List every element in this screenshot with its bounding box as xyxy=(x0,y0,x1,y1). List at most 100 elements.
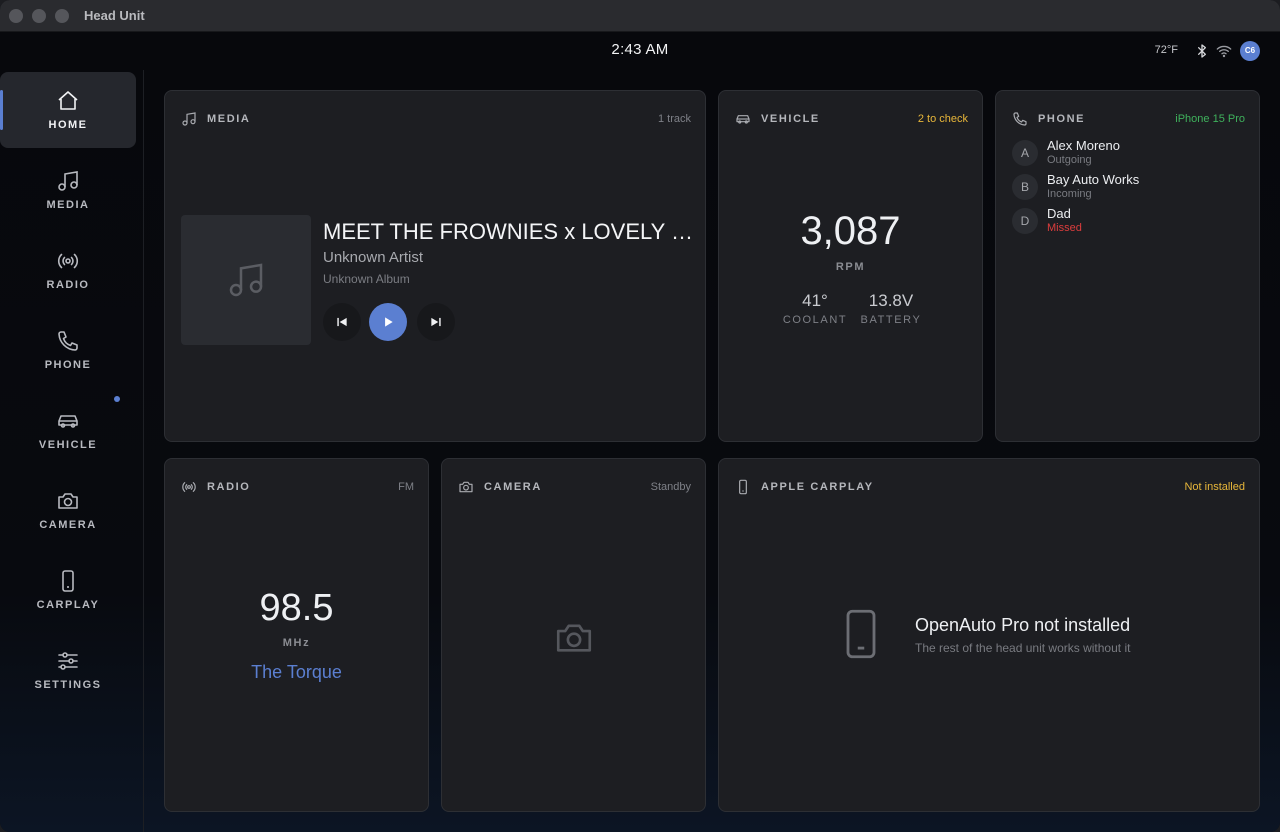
rpm-value: 3,087 xyxy=(800,209,901,253)
close-window-button[interactable] xyxy=(9,9,23,23)
car-icon xyxy=(736,115,750,124)
nav-label: VEHICLE xyxy=(38,439,98,451)
radio-card[interactable]: RADIO FM 98.5 MHz The Torque xyxy=(164,458,429,812)
nav-label: PHONE xyxy=(44,359,92,371)
nav-item-radio[interactable]: RADIO xyxy=(0,232,136,308)
smartphone-icon xyxy=(739,479,747,495)
previous-track-button[interactable] xyxy=(323,303,361,341)
battery-stat: 13.8V BATTERY xyxy=(855,291,927,326)
nav-item-phone[interactable]: PHONE xyxy=(0,312,136,388)
next-track-button[interactable] xyxy=(417,303,455,341)
radio-icon xyxy=(182,482,196,492)
station-name: The Torque xyxy=(251,662,342,682)
music-icon xyxy=(229,263,263,297)
window-title: Head Unit xyxy=(84,8,145,23)
phone-icon xyxy=(58,331,78,351)
album-art xyxy=(181,215,311,345)
nav-label: SETTINGS xyxy=(34,679,102,691)
track-count: 1 track xyxy=(657,113,691,125)
nav-label: CARPLAY xyxy=(36,599,100,611)
coolant-label: COOLANT xyxy=(782,314,848,326)
nav-item-media[interactable]: MEDIA xyxy=(0,152,136,228)
battery-value: 13.8V xyxy=(868,291,914,310)
contact-name: Dad xyxy=(1047,206,1071,221)
vehicle-card[interactable]: VEHICLE 2 to check 3,087 RPM 41° COOLANT… xyxy=(718,90,983,442)
coolant-value: 41° xyxy=(802,291,828,310)
call-status: Incoming xyxy=(1047,188,1092,200)
radio-card-header: RADIO FM xyxy=(181,479,414,495)
card-title: CAMERA xyxy=(484,481,542,493)
track-title: MEET THE FROWNIES x LOVELY DAY xyxy=(323,219,695,244)
radio-icon xyxy=(57,253,79,269)
camera-icon xyxy=(58,493,78,509)
list-item[interactable]: A Alex Moreno Outgoing xyxy=(1012,138,1252,168)
camera-card-header: CAMERA Standby xyxy=(458,479,691,495)
battery-label: BATTERY xyxy=(860,314,922,326)
vehicle-card-header: VEHICLE 2 to check xyxy=(735,111,968,127)
clock: 2:43 AM xyxy=(611,41,669,58)
radio-band: FM xyxy=(398,481,414,493)
skip-forward-icon xyxy=(431,317,441,327)
head-unit-app: 2:43 AM 72°F C6 HOME MEDIA RADIO PHONE V… xyxy=(0,32,1280,832)
nav-label: RADIO xyxy=(46,279,90,291)
list-item[interactable]: B Bay Auto Works Incoming xyxy=(1012,172,1252,202)
carplay-message: OpenAuto Pro not installed xyxy=(915,615,1131,635)
phone-card[interactable]: PHONE iPhone 15 Pro A Alex Moreno Outgoi… xyxy=(995,90,1260,442)
nav-item-vehicle[interactable]: VEHICLE xyxy=(0,392,136,468)
connected-device: iPhone 15 Pro xyxy=(1175,113,1245,125)
contact-avatar: A xyxy=(1012,140,1038,166)
frequency-unit: MHz xyxy=(282,637,311,649)
camera-card[interactable]: CAMERA Standby xyxy=(441,458,706,812)
nav-item-settings[interactable]: SETTINGS xyxy=(0,632,136,708)
play-button[interactable] xyxy=(369,303,407,341)
call-status: Outgoing xyxy=(1047,154,1092,166)
camera-placeholder-icon xyxy=(556,624,592,652)
carplay-status: Not installed xyxy=(1184,481,1245,493)
sliders-icon xyxy=(58,652,78,670)
minimize-window-button[interactable] xyxy=(32,9,46,23)
contact-name: Alex Moreno xyxy=(1047,138,1120,153)
nav-label: HOME xyxy=(48,119,88,131)
car-icon xyxy=(58,415,78,428)
bluetooth-icon xyxy=(1198,44,1206,58)
app-window: Head Unit 2:43 AM 72°F C6 HOME MEDIA RAD… xyxy=(0,0,1280,832)
status-bar: 2:43 AM 72°F C6 xyxy=(0,32,1280,70)
carplay-card[interactable]: APPLE CARPLAY Not installed OpenAuto Pro… xyxy=(718,458,1260,812)
media-card-header: MEDIA 1 track xyxy=(181,111,691,127)
contact-name: Bay Auto Works xyxy=(1047,172,1140,187)
zoom-window-button[interactable] xyxy=(55,9,69,23)
home-icon xyxy=(58,91,78,110)
track-artist: Unknown Artist xyxy=(323,249,424,266)
coolant-stat: 41° COOLANT xyxy=(777,291,853,326)
nav-item-camera[interactable]: CAMERA xyxy=(0,472,136,548)
nav-item-home[interactable]: HOME xyxy=(0,72,136,148)
contact-avatar: D xyxy=(1012,208,1038,234)
list-item[interactable]: D Dad Missed xyxy=(1012,206,1252,236)
camera-status: Standby xyxy=(650,481,691,493)
phone-card-header: PHONE iPhone 15 Pro xyxy=(1012,111,1245,127)
card-title: PHONE xyxy=(1038,113,1086,125)
vehicle-alert-badge xyxy=(114,396,120,402)
smartphone-icon xyxy=(62,570,74,592)
nav-label: MEDIA xyxy=(46,199,90,211)
nav-item-carplay[interactable]: CARPLAY xyxy=(0,552,136,628)
phone-icon xyxy=(1013,112,1027,126)
contact-avatar: B xyxy=(1012,174,1038,200)
rpm-label: RPM xyxy=(835,261,866,273)
wifi-icon xyxy=(1216,45,1232,58)
user-avatar[interactable]: C6 xyxy=(1240,41,1260,61)
call-status: Missed xyxy=(1047,222,1082,234)
track-album: Unknown Album xyxy=(323,272,410,286)
music-icon xyxy=(58,171,78,191)
sidebar-nav: HOME MEDIA RADIO PHONE VEHICLE CAMERA CA… xyxy=(0,70,144,832)
play-icon xyxy=(385,317,393,327)
vehicle-alert-count: 2 to check xyxy=(917,113,968,125)
card-title: RADIO xyxy=(207,481,251,493)
outside-temperature: 72°F xyxy=(1154,44,1178,56)
carplay-submessage: The rest of the head unit works without … xyxy=(915,641,1131,655)
nav-label: CAMERA xyxy=(39,519,97,531)
card-title: APPLE CARPLAY xyxy=(761,481,874,493)
media-card[interactable]: MEDIA 1 track MEET THE FROWNIES x LOVELY… xyxy=(164,90,706,442)
skip-back-icon xyxy=(337,317,347,327)
smartphone-icon xyxy=(846,609,876,659)
